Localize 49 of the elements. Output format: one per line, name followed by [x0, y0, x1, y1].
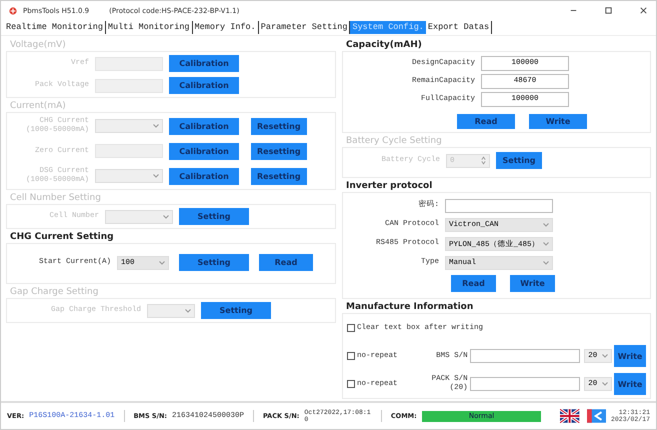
action-button[interactable]: Read	[451, 275, 496, 292]
group-title: Battery Cycle Setting	[346, 135, 443, 148]
dropdown[interactable]	[147, 304, 195, 318]
flag-icon[interactable]	[560, 409, 580, 424]
dropdown[interactable]	[105, 210, 173, 224]
action-button[interactable]: Write	[510, 275, 555, 292]
group-title: Current(mA)	[10, 100, 67, 112]
chevron-down-icon	[153, 124, 159, 128]
tab[interactable]: Parameter Setting	[258, 20, 350, 34]
action-button[interactable]: Setting	[179, 254, 249, 272]
maximize-icon[interactable]	[604, 6, 613, 16]
action-button[interactable]: Read	[457, 114, 515, 129]
dropdown[interactable]	[95, 119, 163, 134]
group-title: Gap Charge Setting	[10, 286, 100, 298]
spin-arrows-icon	[481, 156, 486, 166]
input-field[interactable]	[445, 198, 553, 213]
chevron-down-icon	[543, 242, 549, 246]
tab[interactable]: Memory Info.	[192, 20, 259, 34]
checkbox[interactable]	[347, 380, 355, 388]
group-title: Voltage(mV)	[10, 39, 67, 52]
action-button[interactable]: Write	[614, 373, 646, 396]
input-field[interactable]	[470, 377, 580, 392]
chevron-down-icon	[153, 174, 159, 178]
chevron-down-icon	[543, 260, 549, 265]
action-button[interactable]: Write	[614, 345, 646, 368]
group-title: Capacity(mAH)	[346, 39, 423, 52]
tab[interactable]: Multi Monitoring	[106, 20, 193, 34]
tab[interactable]: System Config.	[350, 20, 426, 34]
chevron-down-icon	[602, 382, 608, 386]
action-button[interactable]: Read	[259, 254, 313, 272]
group-title: Inverter protocol	[346, 180, 434, 192]
input-field[interactable]	[470, 349, 580, 364]
checkbox[interactable]	[347, 352, 355, 360]
chevron-down-icon	[602, 354, 608, 358]
chevron-down-icon	[163, 214, 169, 219]
dropdown[interactable]	[95, 169, 163, 184]
close-icon[interactable]	[639, 6, 648, 16]
tab[interactable]: Export Datas	[426, 20, 492, 34]
group-title: Cell Number Setting	[10, 192, 102, 204]
group-title: CHG Current Setting	[10, 231, 115, 244]
checkbox[interactable]	[347, 324, 355, 332]
chevron-down-icon	[185, 308, 191, 313]
tab[interactable]: Realtime Monitoring	[4, 20, 106, 34]
chevron-down-icon	[159, 260, 165, 265]
app-logo-icon	[9, 6, 17, 15]
action-button[interactable]: Write	[529, 114, 587, 129]
chevron-down-icon	[543, 222, 549, 227]
flag-icon[interactable]	[586, 409, 606, 424]
group-title: Manufacture Information	[346, 301, 474, 314]
